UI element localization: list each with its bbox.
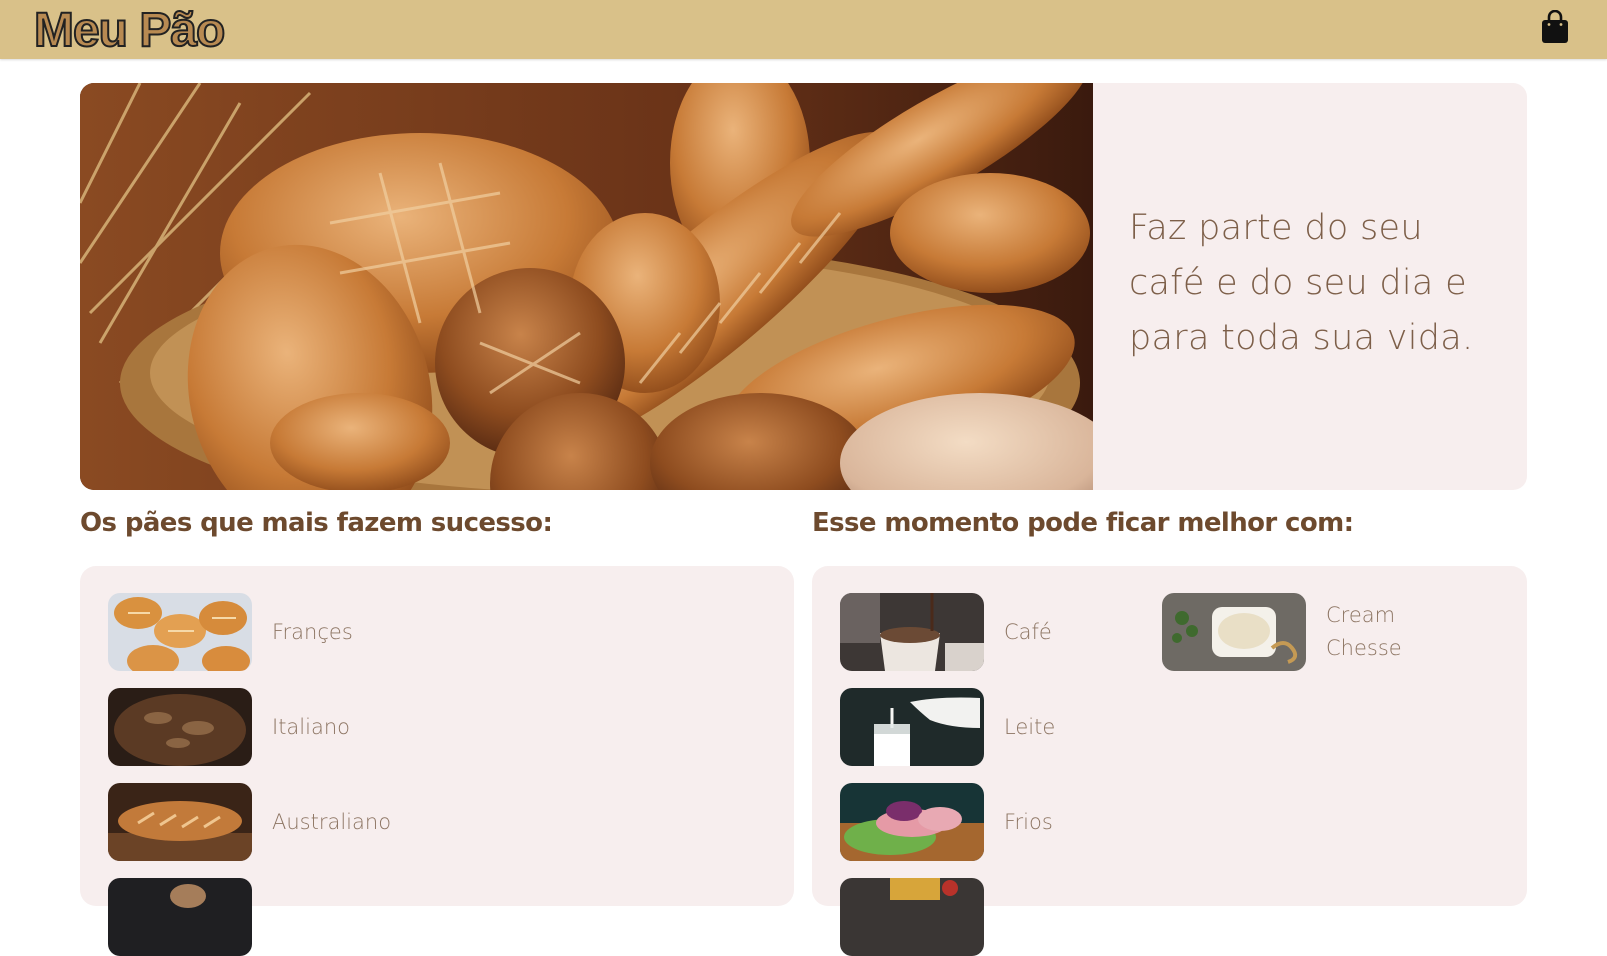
item-label: Australiano <box>272 809 392 834</box>
bread-photo <box>108 878 252 956</box>
cold-cuts-photo <box>840 783 984 861</box>
top-bar: Meu Pão <box>0 0 1607 59</box>
list-item[interactable]: Australiano <box>108 783 408 861</box>
item-label: Frios <box>1004 809 1053 834</box>
logo[interactable]: Meu Pão <box>33 3 226 59</box>
extras-panel: Café Cream Chesse Leite Frios <box>812 566 1527 956</box>
item-label: Françes <box>272 619 353 644</box>
item-label: Leite <box>1004 714 1056 739</box>
list-item[interactable]: Cream Chesse <box>1162 593 1462 671</box>
list-item[interactable]: Leite <box>840 688 1140 766</box>
list-item[interactable]: Frios <box>840 783 1140 861</box>
italian-bread-photo <box>108 688 252 766</box>
item-label: Cream Chesse <box>1326 603 1402 660</box>
list-item[interactable]: Café <box>840 593 1140 671</box>
milk-photo <box>840 688 984 766</box>
bread-basket-photo <box>80 83 1093 490</box>
coffee-photo <box>840 593 984 671</box>
list-item[interactable]: Françes <box>108 593 408 671</box>
list-item[interactable] <box>108 878 408 956</box>
list-item[interactable] <box>840 878 1140 956</box>
breads-panel: Françes Italiano Australiano <box>80 566 794 956</box>
hero-tagline: Faz parte do seu café e do seu dia e par… <box>1129 208 1474 358</box>
extras-title: Esse momento pode ficar melhor com: <box>812 508 1354 538</box>
french-bread-photo <box>108 593 252 671</box>
breads-title: Os pães que mais fazem sucesso: <box>80 508 553 538</box>
australian-bread-photo <box>108 783 252 861</box>
food-photo <box>840 878 984 956</box>
hero-tagline-box: Faz parte do seu café e do seu dia e par… <box>1093 83 1527 490</box>
cream-cheese-photo <box>1162 593 1306 671</box>
item-label: Italiano <box>272 714 350 739</box>
item-label: Café <box>1004 619 1052 644</box>
list-item[interactable]: Italiano <box>108 688 408 766</box>
shopping-bag-icon[interactable] <box>1541 10 1569 44</box>
